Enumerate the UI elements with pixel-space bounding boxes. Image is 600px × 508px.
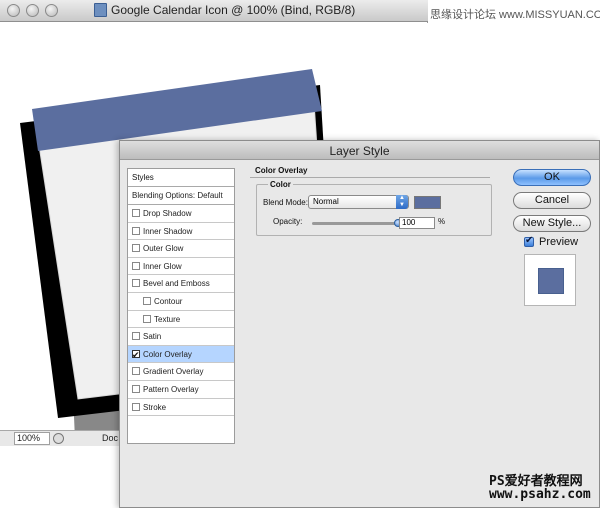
style-item-label: Gradient Overlay — [143, 367, 204, 377]
style-item-gradient-overlay[interactable]: Gradient Overlay — [128, 363, 234, 381]
styles-list: Styles Blending Options: Default Drop Sh… — [127, 168, 235, 444]
style-checkbox[interactable] — [132, 402, 140, 411]
style-item-stroke[interactable]: Stroke — [128, 399, 234, 417]
info-icon[interactable] — [53, 433, 64, 444]
psd-file-icon — [94, 3, 107, 17]
style-item-label: Bevel and Emboss — [143, 279, 210, 289]
style-item-label: Inner Shadow — [143, 226, 193, 236]
style-item-drop-shadow[interactable]: Drop Shadow — [128, 205, 234, 223]
close-window-button[interactable] — [7, 4, 20, 17]
style-item-label: Outer Glow — [143, 244, 184, 254]
blend-mode-label: Blend Mode: — [263, 198, 308, 207]
minimize-window-button[interactable] — [26, 4, 39, 17]
blending-options-label: Blending Options: Default — [132, 191, 223, 200]
style-item-label: Texture — [154, 314, 181, 324]
style-checkbox[interactable] — [132, 279, 140, 288]
status-label[interactable]: Doc — [102, 433, 118, 443]
style-item-label: Pattern Overlay — [143, 384, 199, 394]
style-item-outer-glow[interactable]: Outer Glow — [128, 240, 234, 258]
style-checkbox[interactable] — [132, 347, 140, 364]
watermark-top: 思缘设计论坛 www.MISSYUAN.COM — [430, 9, 600, 21]
style-checkbox[interactable] — [132, 209, 140, 217]
preview-checkbox[interactable] — [524, 235, 534, 247]
preview-swatch — [538, 268, 564, 294]
section-divider — [250, 177, 490, 178]
style-checkbox[interactable] — [132, 226, 140, 235]
style-item-pattern-overlay[interactable]: Pattern Overlay — [128, 381, 234, 399]
cancel-button[interactable]: Cancel — [513, 192, 591, 209]
style-item-contour[interactable]: Contour — [128, 293, 234, 311]
style-item-color-overlay[interactable]: Color Overlay — [128, 345, 234, 364]
style-checkbox[interactable] — [132, 261, 140, 270]
layer-style-dialog: Layer Style Styles Blending Options: Def… — [119, 140, 600, 508]
style-item-label: Inner Glow — [143, 261, 182, 271]
style-item-label: Satin — [143, 332, 162, 342]
new-style-button[interactable]: New Style... — [513, 215, 591, 232]
style-checkbox[interactable] — [143, 296, 151, 305]
opacity-input[interactable]: 100 — [399, 217, 435, 229]
opacity-unit: % — [438, 217, 446, 226]
document-title-text: Google Calendar Icon @ 100% (Bind, RGB/8… — [111, 3, 356, 17]
style-item-bevel-and-emboss[interactable]: Bevel and Emboss — [128, 275, 234, 293]
style-item-label: Drop Shadow — [143, 209, 192, 218]
color-group-box — [256, 184, 492, 236]
style-checkbox[interactable] — [132, 332, 140, 341]
style-checkbox[interactable] — [132, 384, 140, 393]
zoom-window-button[interactable] — [45, 4, 58, 17]
style-item-label: Color Overlay — [143, 349, 192, 359]
style-items: Drop Shadow Inner Shadow Outer Glow Inner G… — [128, 205, 234, 417]
document-title: Google Calendar Icon @ 100% (Bind, RGB/8… — [94, 3, 355, 17]
preview-label[interactable]: Preview — [539, 236, 578, 248]
dialog-titlebar[interactable]: Layer Style — [120, 141, 599, 160]
style-item-label: Contour — [154, 296, 183, 306]
opacity-label: Opacity: — [273, 217, 303, 226]
group-title: Color — [268, 180, 293, 189]
opacity-slider[interactable] — [312, 219, 402, 227]
screen: Google Calendar Icon @ 100% (Bind, RGB/8… — [0, 0, 600, 508]
section-title: Color Overlay — [255, 166, 308, 175]
style-checkbox[interactable] — [132, 244, 140, 253]
dialog-title: Layer Style — [329, 144, 390, 158]
style-item-texture[interactable]: Texture — [128, 311, 234, 329]
styles-header[interactable]: Styles — [128, 169, 234, 187]
preview-box — [524, 254, 576, 306]
overlay-color-swatch[interactable] — [414, 196, 441, 209]
style-item-inner-glow[interactable]: Inner Glow — [128, 258, 234, 276]
blending-options-item[interactable]: Blending Options: Default — [128, 187, 234, 205]
document-titlebar[interactable]: Google Calendar Icon @ 100% (Bind, RGB/8… — [0, 0, 428, 22]
ok-button[interactable]: OK — [513, 169, 591, 186]
style-item-satin[interactable]: Satin — [128, 328, 234, 346]
chevron-updown-icon: ▲ ▼ — [396, 195, 408, 209]
zoom-level-field[interactable]: 100% — [14, 432, 50, 445]
blend-mode-select[interactable]: Normal ▲ ▼ — [308, 195, 409, 209]
style-item-inner-shadow[interactable]: Inner Shadow — [128, 223, 234, 241]
style-item-label: Stroke — [143, 402, 167, 412]
blend-mode-value: Normal — [313, 197, 339, 206]
style-checkbox[interactable] — [143, 314, 151, 323]
watermark-bottom-line2: www.psahz.com — [489, 487, 591, 502]
style-checkbox[interactable] — [132, 367, 140, 376]
